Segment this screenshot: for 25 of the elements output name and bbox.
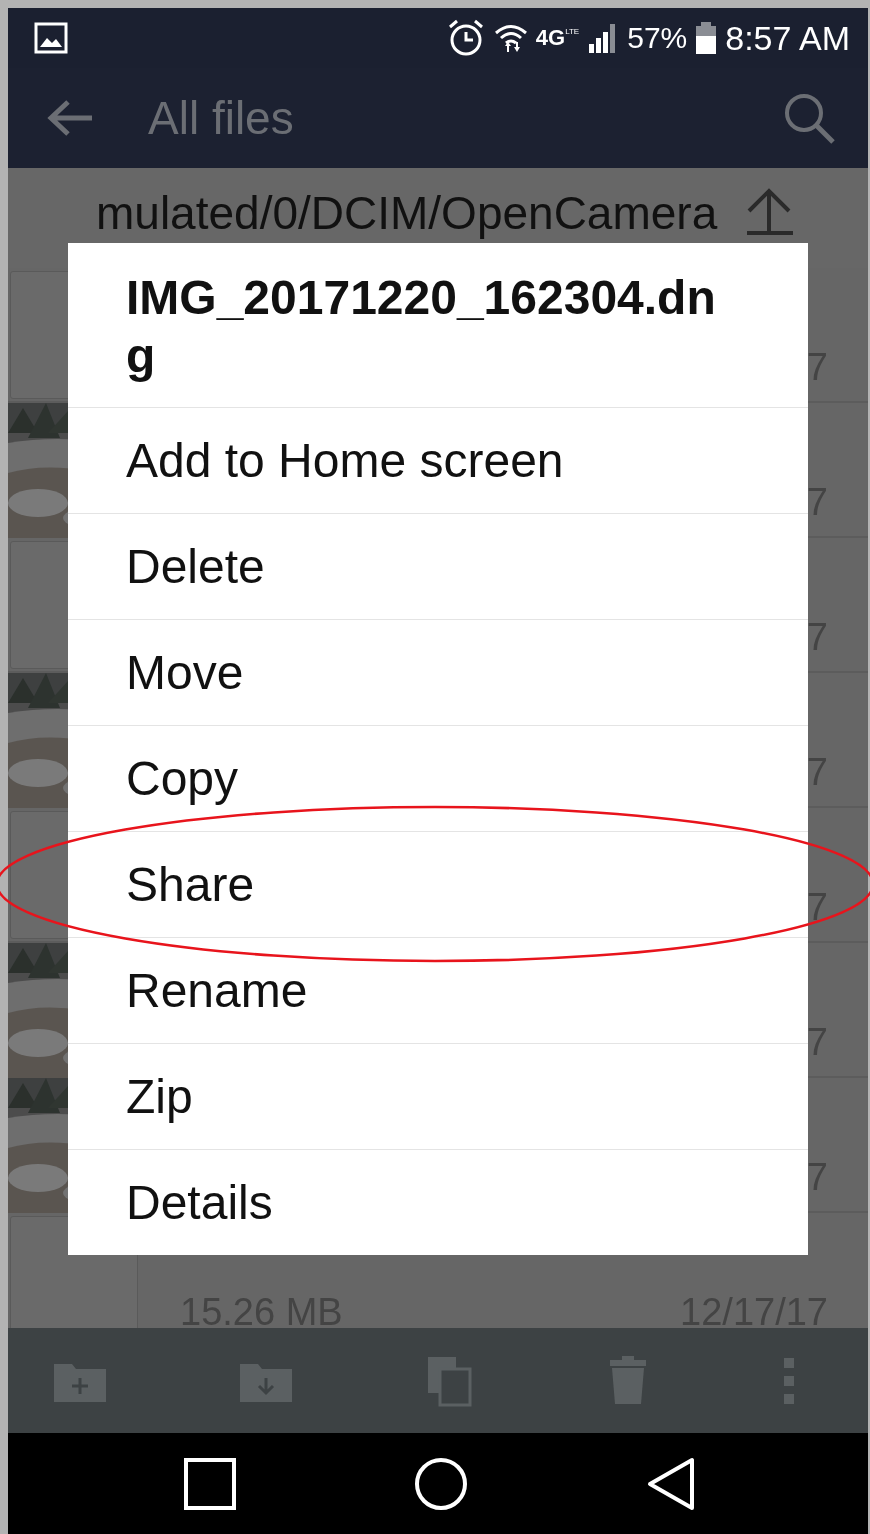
trash-icon[interactable] xyxy=(608,1355,648,1406)
network-sub-label: LTE xyxy=(565,27,580,37)
recent-apps-button[interactable] xyxy=(184,1457,236,1510)
copy-icon[interactable] xyxy=(426,1354,474,1407)
screen-title: All files xyxy=(148,91,294,145)
menu-item[interactable]: Delete xyxy=(68,513,808,619)
image-icon xyxy=(34,22,68,54)
network-type-label: 4G xyxy=(535,27,566,49)
menu-item[interactable]: Rename xyxy=(68,937,808,1043)
home-button[interactable] xyxy=(414,1456,468,1511)
folder-path: mulated/0/DCIM/OpenCamera xyxy=(96,186,718,240)
menu-item[interactable]: Move xyxy=(68,619,808,725)
dialog-title: IMG_20171220_162304.dng xyxy=(126,270,717,384)
search-icon[interactable] xyxy=(782,91,836,145)
wifi-icon xyxy=(493,22,528,54)
back-button[interactable] xyxy=(646,1456,696,1511)
menu-item[interactable]: Details xyxy=(68,1149,808,1255)
menu-item[interactable]: Copy xyxy=(68,725,808,831)
menu-item[interactable]: Share xyxy=(68,831,808,937)
clock-time: 8:57 AM xyxy=(725,18,850,58)
menu-item[interactable]: Add to Home screen xyxy=(68,407,808,513)
battery-icon xyxy=(695,22,718,54)
battery-percent: 57% xyxy=(627,21,688,55)
more-options-icon[interactable] xyxy=(782,1357,796,1404)
menu-item[interactable]: Zip xyxy=(68,1043,808,1149)
